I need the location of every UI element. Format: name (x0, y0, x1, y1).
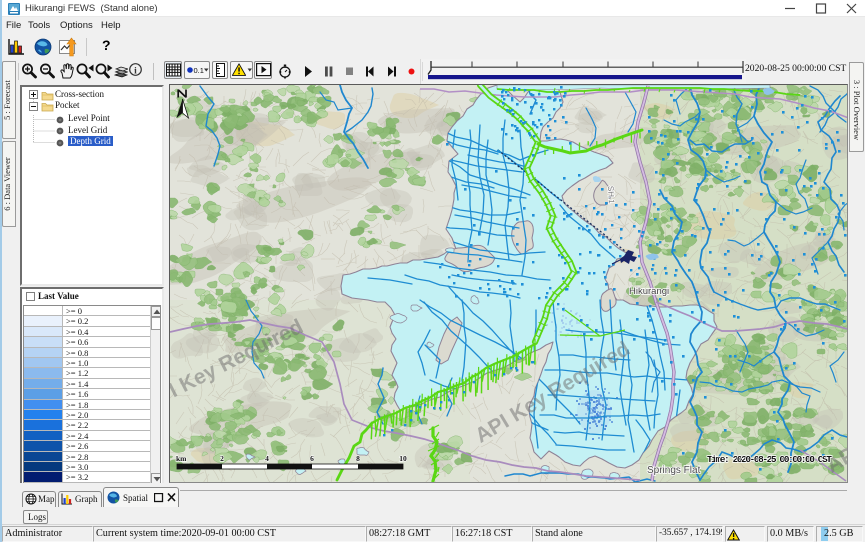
svg-text:km: km (176, 454, 187, 463)
svg-text:i: i (134, 67, 137, 77)
svg-text:10: 10 (399, 454, 407, 463)
svg-text:Springs Flat: Springs Flat (647, 465, 701, 476)
svg-text:Hikurangi: Hikurangi (629, 286, 669, 297)
svg-text:8: 8 (356, 454, 360, 463)
svg-text:Time: 2020-08-25 00:00:00 CST: Time: 2020-08-25 00:00:00 CST (707, 454, 832, 465)
svg-text:4: 4 (265, 454, 269, 463)
svg-text:SH 1: SH 1 (606, 186, 616, 205)
svg-text:0.1: 0.1 (194, 66, 204, 75)
svg-text:6: 6 (310, 454, 314, 463)
svg-text:2: 2 (220, 454, 224, 463)
